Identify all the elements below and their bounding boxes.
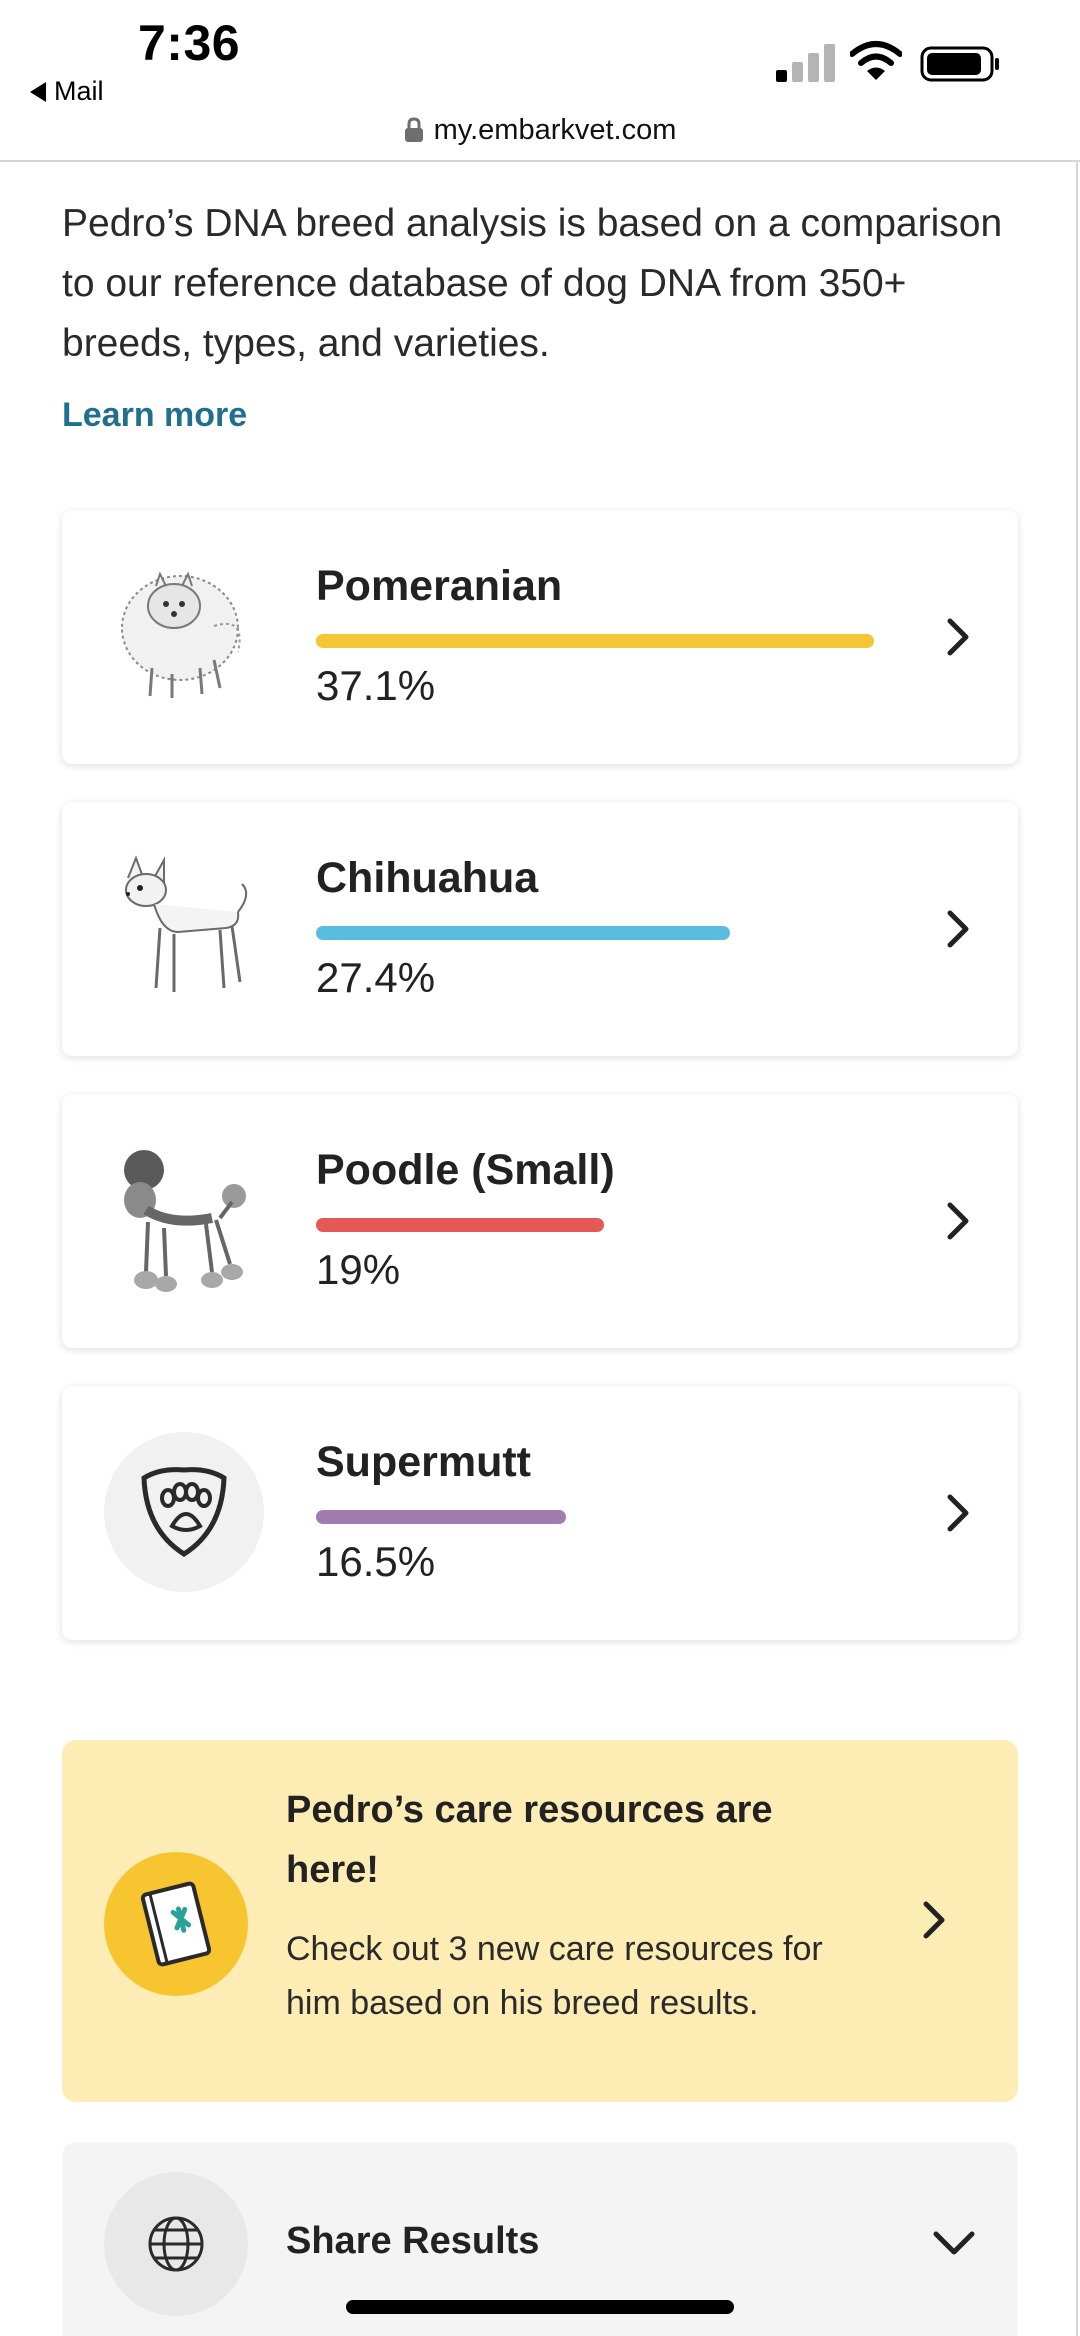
battery-icon <box>920 46 999 82</box>
back-arrow-icon <box>30 81 46 102</box>
breed-card-supermutt[interactable]: Supermutt 16.5% <box>62 1386 1018 1640</box>
poodle-illustration <box>124 1150 246 1292</box>
page-edge-line <box>1076 162 1078 2336</box>
chevron-right-icon[interactable] <box>942 615 974 659</box>
breed-analysis-intro: Pedro’s DNA breed analysis is based on a… <box>62 202 1003 365</box>
breed-percent-bar <box>316 634 874 648</box>
care-book-icon <box>104 1852 248 1996</box>
breed-card-pomeranian[interactable]: Pomeranian 37.1% <box>62 510 1018 764</box>
cellular-signal-icon <box>776 44 835 82</box>
breed-name: Supermutt <box>316 1438 531 1486</box>
care-resources-description: Check out 3 new care resources for him b… <box>286 1930 823 2022</box>
learn-more-link[interactable]: Learn more <box>62 396 247 435</box>
chevron-right-icon[interactable] <box>942 907 974 951</box>
wifi-icon <box>850 41 902 80</box>
url-text: my.embarkvet.com <box>433 113 677 146</box>
breed-percent-bar <box>316 926 730 940</box>
breed-name: Poodle (Small) <box>316 1146 615 1194</box>
home-indicator[interactable] <box>346 2300 734 2314</box>
status-time: 7:36 <box>138 15 241 71</box>
chevron-right-icon[interactable] <box>942 1199 974 1243</box>
lock-icon <box>404 117 423 142</box>
care-resources-card[interactable]: Pedro’s care resources are here! Check o… <box>62 1740 1018 2102</box>
breed-name: Chihuahua <box>316 854 539 902</box>
chevron-right-icon[interactable] <box>942 1491 974 1535</box>
breed-card-poodle-small[interactable]: Poodle (Small) 19% <box>62 1094 1018 1348</box>
chevron-right-icon[interactable] <box>918 1898 950 1942</box>
chihuahua-illustration <box>125 855 248 992</box>
breed-percent-bar <box>316 1218 604 1232</box>
globe-icon <box>104 2172 248 2316</box>
browser-divider <box>0 160 1080 162</box>
breed-card-chihuahua[interactable]: Chihuahua 27.4% <box>62 802 1018 1056</box>
breed-name: Pomeranian <box>316 562 563 610</box>
care-resources-title: Pedro’s care resources are here! <box>286 1789 773 1891</box>
breed-percent: 19% <box>316 1246 401 1293</box>
breed-percent: 16.5% <box>316 1538 436 1585</box>
address-bar[interactable]: my.embarkvet.com <box>0 100 1080 160</box>
breed-percent: 37.1% <box>316 662 436 709</box>
breed-percent-bar <box>316 1510 566 1524</box>
breed-percent: 27.4% <box>316 954 436 1001</box>
share-results-label: Share Results <box>286 2220 540 2262</box>
pomeranian-illustration <box>121 571 241 698</box>
paw-shield-icon <box>104 1432 264 1592</box>
chevron-down-icon[interactable] <box>932 2228 976 2258</box>
